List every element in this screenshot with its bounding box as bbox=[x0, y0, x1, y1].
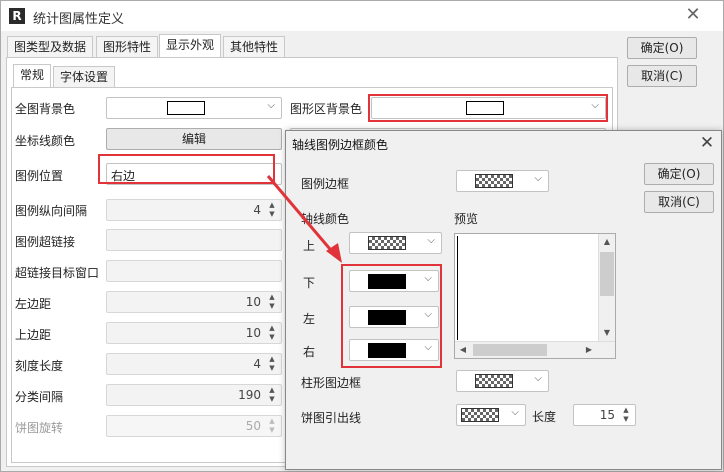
annotation-arrow bbox=[266, 175, 342, 263]
arrow-shaft bbox=[266, 175, 337, 256]
